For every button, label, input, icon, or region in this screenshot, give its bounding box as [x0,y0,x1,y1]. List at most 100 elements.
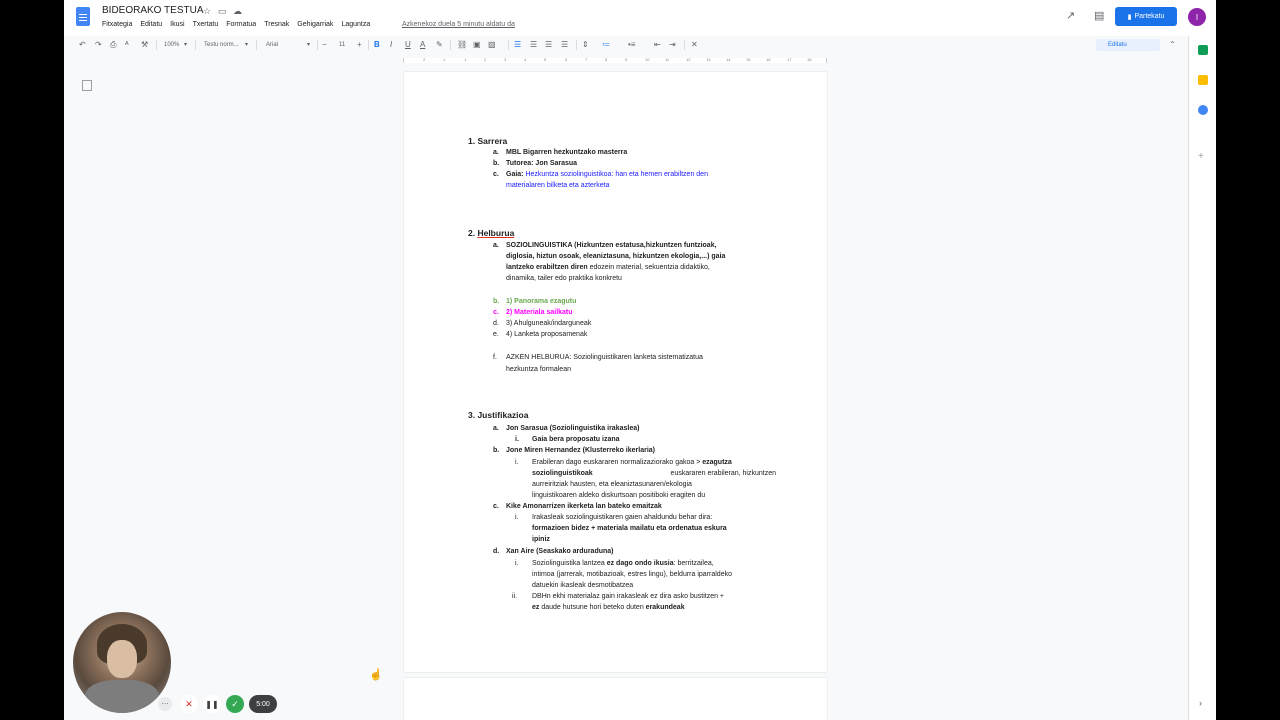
menu-addons[interactable]: Gehigarriak [297,21,333,28]
list-item-continuation: lantzeko erabiltzen diren edozein materi… [506,264,710,271]
list-item-continuation: dinamika, tailer edo praktika konkretu [506,275,622,282]
add-addon-icon[interactable]: + [1198,151,1204,162]
docs-logo-icon[interactable] [76,7,90,26]
redo-icon[interactable]: ↷ [95,39,102,51]
ruler-number: 4 [524,57,527,62]
link-icon[interactable]: ⛓ [457,39,467,51]
zoom-select[interactable]: 100% [164,40,179,50]
cancel-recording-icon[interactable]: ✕ [180,695,198,713]
align-center-icon[interactable]: ☰ [530,39,537,51]
increase-font-size-icon[interactable]: + [357,39,362,51]
webcam-bubble[interactable] [73,612,171,713]
more-options-icon[interactable]: ⋯ [158,697,172,711]
pause-icon[interactable]: ❚❚ [203,695,221,713]
numbered-list-icon[interactable]: ≔ [602,39,610,51]
move-folder-icon[interactable]: ▭ [218,6,227,17]
bulleted-list-icon[interactable]: •≡ [628,39,635,51]
activity-trend-icon[interactable]: ↗ [1066,9,1075,22]
list-marker: d. [493,320,499,327]
tasks-icon[interactable] [1198,105,1208,115]
italic-icon[interactable]: I [390,39,392,51]
decrease-indent-icon[interactable]: ⇤ [654,39,661,51]
list-marker: i. [515,436,519,443]
ruler-number: 17 [787,57,792,62]
list-item: Gaia bera proposatu izana [532,436,620,443]
share-button[interactable]: ▮ Partekatu [1115,7,1177,26]
undo-icon[interactable]: ↶ [79,39,86,51]
increase-indent-icon[interactable]: ⇥ [669,39,676,51]
keep-icon[interactable] [1198,75,1208,85]
chevron-down-icon: ▾ [184,42,188,48]
print-icon[interactable]: ⎙ [110,39,116,51]
menu-insert[interactable]: Txertatu [193,21,219,28]
spellcheck-icon[interactable]: ᴬ [125,39,129,51]
list-item-continuation: formazioen bidez + materiala mailatu eta… [532,525,727,532]
finish-recording-icon[interactable]: ✓ [226,695,244,713]
list-item-continuation: aurreiritziak hausten, eta eleaniztasuna… [532,481,692,488]
editing-mode-select[interactable]: Editatu [1096,39,1160,51]
menu-help[interactable]: Laguntza [341,21,370,28]
list-marker: a. [493,425,499,432]
menu-edit[interactable]: Editatu [140,21,162,28]
text-color-icon[interactable]: A [420,39,425,51]
list-marker: a. [493,149,499,156]
justify-icon[interactable]: ☰ [561,39,568,51]
document-page[interactable]: 1. Sarrera a. MBL Bigarren hezkuntzako m… [404,72,827,672]
avatar[interactable]: I [1188,8,1206,26]
list-item-continuation: soziolinguistikoak euskararen erabileran… [532,470,776,477]
insert-image-icon[interactable]: ▨ [488,39,496,51]
font-size-input[interactable]: 11 [339,40,345,50]
list-item: Xan Aire (Seaskako arduraduna) [506,548,614,555]
collapse-menu-icon[interactable]: ⌃ [1169,39,1176,51]
bold-icon[interactable]: B [374,39,380,51]
ruler-number: 2 [484,57,487,62]
ruler-number: 5 [544,57,547,62]
ruler-number: 15 [746,57,751,62]
list-marker: c. [493,309,499,316]
ruler-number: 12 [686,57,691,62]
document-title[interactable]: BIDEORAKO TESTUA [102,5,204,16]
decrease-font-size-icon[interactable]: − [322,39,327,51]
document-page[interactable] [404,678,827,720]
cloud-status-icon: ☁ [233,6,242,16]
menu-format[interactable]: Formatua [226,21,256,28]
comments-icon[interactable]: ▤ [1094,9,1104,22]
list-item-continuation: ipiniz [532,536,550,543]
last-edit-link[interactable]: Azkenekoz duela 5 minutu aldatu da [402,21,515,28]
ruler-number: 14 [726,57,731,62]
star-icon[interactable]: ☆ [203,6,211,17]
document-outline-icon[interactable] [82,80,92,91]
menu-view[interactable]: Ikusi [170,21,184,28]
align-right-icon[interactable]: ☰ [545,39,552,51]
expand-panel-icon[interactable]: › [1199,698,1202,708]
highlight-icon[interactable]: ✎ [436,39,443,51]
list-item: Kike Amonarrizen ikerketa lan bateko ema… [506,503,662,510]
heading-sarrera: 1. Sarrera [468,136,508,146]
ruler-number: 18 [807,57,812,62]
style-select[interactable]: Testu norm... [204,40,239,50]
header: BIDEORAKO TESTUA ☆ ▭ ☁ Fitxategia Editat… [64,0,1216,36]
sheets-icon[interactable] [1198,45,1208,55]
menu-tools[interactable]: Tresnak [264,21,289,28]
list-marker: ii. [512,593,518,600]
lock-icon: ▮ [1127,13,1132,21]
ruler-number: 6 [565,57,568,62]
list-item: Jon Sarasua (Soziolinguistika irakaslea) [506,425,640,432]
paint-format-icon[interactable]: ⚒ [141,39,148,51]
menu-file[interactable]: Fitxategia [102,21,132,28]
list-marker: e. [493,331,499,338]
list-item-continuation: intimoa (jarrerak, motibazioak, estres l… [532,571,732,578]
ruler[interactable]: 2 1 1 2 3 4 5 6 7 8 9 10 11 12 13 14 15 16 17 18 [403,55,827,63]
underline-icon[interactable]: U [405,39,411,51]
list-marker: i. [515,560,519,567]
font-select[interactable]: Arial [266,40,278,50]
list-item: DBHn ekhi materialaz gain irakasleak ez … [532,593,725,600]
clear-formatting-icon[interactable]: ✕ [691,39,698,51]
add-comment-icon[interactable]: ▣ [473,39,481,51]
align-left-icon[interactable]: ☰ [514,39,521,51]
list-item-continuation: ez daude hutsune hori beteko duten eraku… [532,604,685,611]
ruler-number: 2 [423,57,426,62]
line-spacing-icon[interactable]: ⇕ [582,39,589,51]
list-item-continuation: datuekin ikasleak desmotibatzea [532,582,634,589]
list-marker: b. [493,447,500,454]
